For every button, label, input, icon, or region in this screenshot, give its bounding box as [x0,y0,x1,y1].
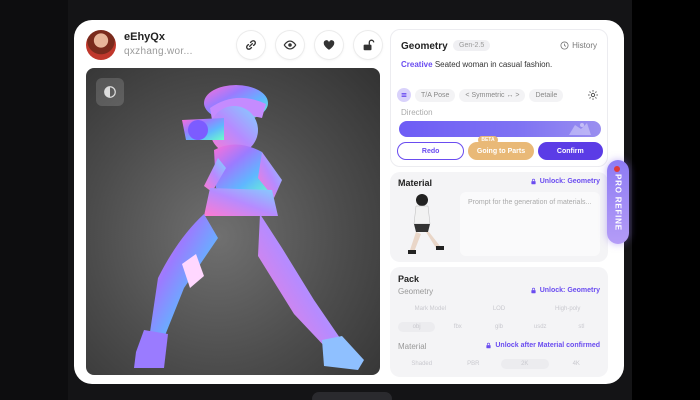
view-mode-button[interactable] [96,78,124,106]
pack-option[interactable]: Shaded [398,359,446,369]
workspace-card: eEhyQx qxzhang.wor... Geometry Gen-2.5 H… [74,20,629,384]
3d-viewport[interactable] [86,68,380,375]
user-handle: qxzhang.wor... [124,46,193,57]
eye-icon [283,40,297,50]
beta-badge: BETA [478,136,498,144]
geometry-title: Geometry [401,41,448,52]
lock-icon [531,287,536,294]
pro-refine-label: PRO REFINE [613,173,623,231]
material-prompt-input[interactable]: Prompt for the generation of materials..… [460,192,600,256]
pose-option[interactable]: T/A Pose [415,88,456,102]
pack-option[interactable]: LOD [467,304,532,314]
prompt-text[interactable]: Creative Seated woman in casual fashion. [401,60,599,69]
parts-label: Going to Parts [476,147,526,155]
pack-material-unlock-label: Unlock after Material confirmed [495,342,600,349]
visibility-button[interactable] [276,31,304,59]
format-option[interactable]: fbx [439,322,476,332]
heart-icon [323,40,335,50]
format-option[interactable]: usdz [522,322,559,332]
right-letterbox [632,0,700,400]
lock-icon [531,178,536,185]
pack-option[interactable]: High-poly [535,304,600,314]
material-title: Material [398,178,433,188]
pack-panel: Pack Geometry Unlock: Geometry Mark Mode… [390,267,608,377]
pack-geometry-label: Geometry [398,287,434,296]
link-icon [246,40,256,50]
link-button[interactable] [237,31,265,59]
pack-material-label: Material [398,342,427,351]
pack-option[interactable]: Mark Model [398,304,463,314]
confirm-button[interactable]: Confirm [537,142,603,160]
symmetric-option[interactable]: < Symmetric ↔ > [459,88,526,102]
going-to-parts-button[interactable]: BETA Going to Parts [468,136,534,160]
geometry-panel: Geometry Gen-2.5 History Creative Seated… [390,29,608,167]
pack-geometry-unlock-label: Unlock: Geometry [539,287,600,294]
material-reference-thumbnail[interactable] [398,190,450,258]
format-option[interactable]: obj [398,322,436,332]
prompt-mode-tag[interactable]: Creative [401,60,433,69]
format-row: obj fbx glb usdz stl [398,322,600,332]
material-unlock-status: Unlock: Geometry [530,178,600,185]
normal-map-figure [134,85,364,370]
clock-icon [560,41,569,50]
options-toggle-button[interactable] [397,88,411,102]
unlock-icon [363,39,375,51]
direction-label: Direction [401,108,433,117]
user-name: eEhyQx [124,31,165,43]
material-options-row: Shaded PBR 2K 4K [398,359,600,369]
list-icon [401,92,407,98]
settings-button[interactable] [587,88,599,106]
bottom-dock-pill[interactable] [312,392,392,400]
pack-geometry-unlock: Unlock: Geometry [530,287,600,294]
pack-option[interactable]: PBR [450,359,498,369]
format-option[interactable]: glb [480,322,517,332]
notification-dot [614,166,620,172]
detail-option[interactable]: Detaile [529,88,564,102]
model-version-badge[interactable]: Gen-2.5 [453,40,491,51]
pack-title: Pack [398,274,420,284]
geometry-options: T/A Pose < Symmetric ↔ > Detaile [397,87,564,103]
pack-material-unlock: Unlock after Material confirmed [485,342,600,349]
like-button[interactable] [315,31,343,59]
direction-slider[interactable] [399,121,601,137]
pack-option[interactable]: 4K [553,359,601,369]
pack-option[interactable]: 2K [501,359,549,369]
geometry-options-row: Mark Model LOD High-poly [398,304,600,314]
geometry-actions: Redo BETA Going to Parts Confirm [397,136,603,160]
gear-icon [588,90,598,100]
pro-refine-tab[interactable]: PRO REFINE [607,160,629,244]
lock-icon [486,342,491,349]
redo-button[interactable]: Redo [397,142,465,160]
history-button[interactable]: History [560,41,597,50]
material-panel: Material Unlock: Geometry Prompt for the… [390,172,608,262]
direction-figure-silhouettes [569,123,591,135]
history-label: History [572,41,597,50]
lock-button[interactable] [354,31,382,59]
shading-sphere-icon [104,86,116,98]
avatar[interactable] [86,30,116,60]
format-option[interactable]: stl [563,322,600,332]
material-unlock-label: Unlock: Geometry [539,178,600,185]
prompt-content: Seated woman in casual fashion. [434,60,553,69]
